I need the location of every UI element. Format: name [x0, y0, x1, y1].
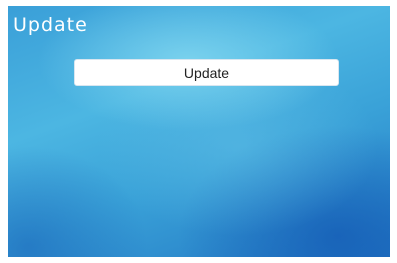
- page-title: Update: [13, 14, 88, 36]
- update-button[interactable]: Update: [74, 59, 339, 86]
- update-screen: Update Update: [8, 6, 390, 257]
